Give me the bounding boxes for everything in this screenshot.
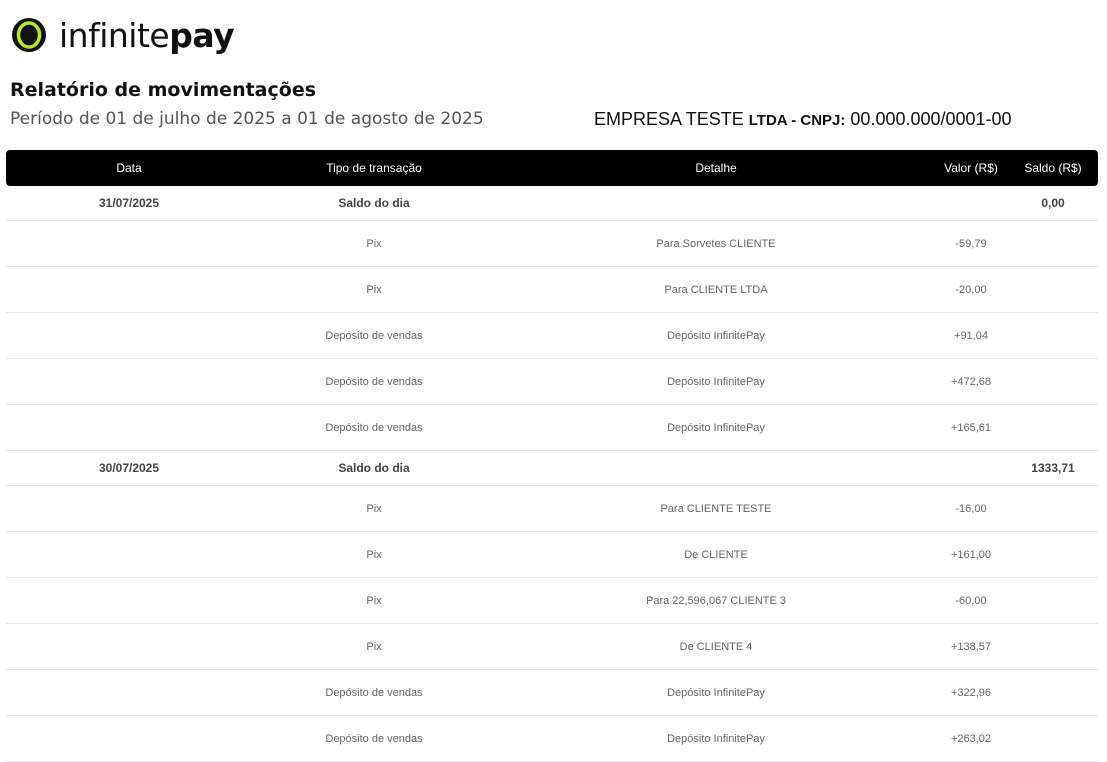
daily-balance-row: 30/07/2025 Saldo do dia 1333,71 [6,451,1098,486]
cell-detalhe: Para CLIENTE TESTE [660,502,772,515]
transaction-row: Depósito de vendas Depósito InfinitePay +2… [6,716,1098,762]
cell-saldo [1018,313,1088,358]
cell-detalhe: De CLIENTE 4 [679,640,753,653]
cell-tipo: Depósito de vendas [325,421,423,434]
company-info: EMPRESA TESTE LTDA - CNPJ: 00.000.000/00… [594,109,1012,130]
company-suffix: LTDA - CNPJ: [748,112,846,129]
report-period: Período de 01 de julho de 2025 a 01 de a… [10,109,484,129]
cell-saldo [1018,267,1088,312]
cell-data [79,486,179,531]
cell-detalhe: Para CLIENTE LTDA [664,283,768,296]
header-tipo: Tipo de transação [326,161,422,175]
cell-tipo: Depósito de vendas [325,732,423,745]
cell-tipo: Pix [366,502,382,515]
infinitepay-logo-icon [12,18,46,52]
cell-data [79,221,179,266]
transaction-row: Pix Para CLIENTE TESTE -16,00 [6,486,1098,532]
cell-valor [906,186,1036,220]
transaction-row: Pix De CLIENTE 4 +138,57 [6,624,1098,670]
cell-valor [906,451,1036,485]
transaction-row: Pix De CLIENTE +161,00 [6,532,1098,578]
cell-data [79,716,179,761]
cell-detalhe: Depósito InfinitePay [667,421,765,434]
cell-tipo: Depósito de vendas [325,686,423,699]
cell-data [79,359,179,404]
cell-detalhe: Depósito InfinitePay [667,686,765,699]
cell-tipo: Pix [366,283,382,296]
daily-balance-row: 31/07/2025 Saldo do dia 0,00 [6,186,1098,221]
transaction-row: Depósito de vendas Depósito InfinitePay +3… [6,670,1098,716]
cell-data [79,532,179,577]
cell-saldo [1018,359,1088,404]
cell-detalhe: Depósito InfinitePay [667,732,765,745]
header-valor: Valor (R$) [944,161,998,175]
brand-wordmark: infinitepay [59,15,235,55]
cell-valor: +91,04 [954,329,988,342]
cell-saldo [1018,624,1088,669]
transaction-row: Depósito de vendas Depósito InfinitePay +1… [6,405,1098,451]
company-name: EMPRESA TESTE [594,109,744,129]
cell-saldo [1018,578,1088,623]
cell-data [79,578,179,623]
header-detalhe: Detalhe [695,161,737,175]
cell-valor: +263,02 [950,732,992,745]
cell-saldo: 1333,71 [1031,461,1075,475]
header-saldo: Saldo (R$) [1024,161,1082,175]
transactions-table: 31/07/2025 Saldo do dia 0,00 Pix Para Sorvet… [6,186,1098,762]
table-header: Data Tipo de transação Detalhe Valor (R$… [6,150,1098,186]
cell-valor: -60,00 [955,594,987,607]
cell-detalhe: Para Sorvetes CLIENTE [656,237,776,250]
cell-valor: +161,00 [950,548,992,561]
cell-tipo: Depósito de vendas [325,375,423,388]
cell-valor: -59,79 [955,237,987,250]
cell-data [79,624,179,669]
cell-data [79,313,179,358]
brand-logo: infinitepay [11,12,235,58]
cell-data: 30/07/2025 [98,461,160,475]
cell-valor: +165,61 [950,421,992,434]
transaction-row: Pix Para Sorvetes CLIENTE -59,79 [6,221,1098,267]
cell-tipo: Pix [366,594,382,607]
cell-tipo: Depósito de vendas [325,329,423,342]
cell-data [79,670,179,715]
cell-detalhe: Para 22,596,067 CLIENTE 3 [645,594,787,607]
brand-name-light: infinite [59,15,170,55]
cell-saldo [1018,221,1088,266]
cell-tipo: Saldo do dia [338,461,410,475]
cell-detalhe: De CLIENTE [684,548,748,561]
transaction-row: Pix Para 22,596,067 CLIENTE 3 -60,00 [6,578,1098,624]
header-data: Data [116,161,142,175]
cell-detalhe [566,451,866,485]
cell-tipo: Pix [366,548,382,561]
cell-saldo [1018,405,1088,450]
cell-valor: +472,68 [950,375,992,388]
cell-detalhe: Depósito InfinitePay [667,375,765,388]
transaction-row: Depósito de vendas Depósito InfinitePay +9… [6,313,1098,359]
transaction-row: Pix Para CLIENTE LTDA -20,00 [6,267,1098,313]
report-title: Relatório de movimentações [10,79,317,101]
cell-saldo [1018,532,1088,577]
cell-valor: -20,00 [955,283,987,296]
cell-data [79,267,179,312]
cell-data: 31/07/2025 [98,196,160,210]
cell-tipo: Pix [366,640,382,653]
cell-valor: -16,00 [955,502,987,515]
cell-saldo [1018,670,1088,715]
cell-data [79,405,179,450]
cell-tipo: Pix [366,237,382,250]
cell-saldo [1018,486,1088,531]
brand-name-bold: pay [169,15,235,55]
company-cnpj: 00.000.000/0001-00 [850,109,1012,129]
cell-tipo: Saldo do dia [338,196,410,210]
cell-detalhe: Depósito InfinitePay [667,329,765,342]
cell-saldo: 0,00 [1041,196,1065,210]
cell-valor: +138,57 [950,640,992,653]
transaction-row: Depósito de vendas Depósito InfinitePay +4… [6,359,1098,405]
cell-detalhe [566,186,866,220]
cell-valor: +322,96 [950,686,992,699]
cell-saldo [1018,716,1088,761]
